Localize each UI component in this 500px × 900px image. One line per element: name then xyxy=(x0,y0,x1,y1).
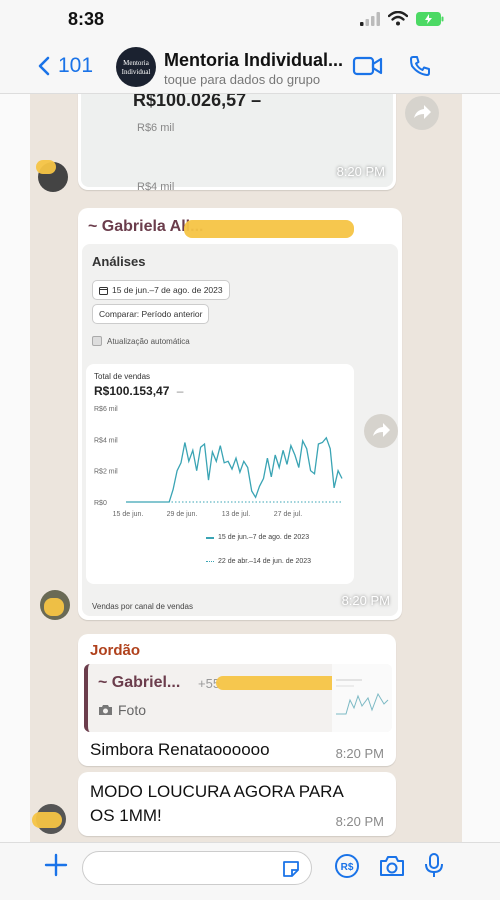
status-time: 8:38 xyxy=(68,9,105,29)
avatar-text-2: Individual xyxy=(121,68,151,76)
camera-icon[interactable] xyxy=(378,854,406,878)
y-tick-label: R$4 mil xyxy=(94,437,118,444)
message-time: 8:20 PM xyxy=(335,746,384,761)
redaction-mark xyxy=(36,160,56,174)
chat-area[interactable]: R$100.026,57 – R$6 mil R$4 mil 8:20 PM ~… xyxy=(30,94,462,842)
signal-icon xyxy=(360,11,380,26)
message-text-line-2: OS 1MM! xyxy=(90,806,162,825)
forward-button-2[interactable] xyxy=(364,414,398,448)
redaction-mark xyxy=(184,220,354,238)
redaction-mark xyxy=(44,598,64,616)
image-thumbnail[interactable]: R$100.026,57 – R$6 mil R$4 mil 8:20 PM xyxy=(81,94,393,193)
message-time: 8:20 PM xyxy=(341,593,390,608)
image-message-1[interactable]: R$100.026,57 – R$6 mil R$4 mil 8:20 PM xyxy=(78,94,396,193)
forward-button[interactable] xyxy=(405,96,439,130)
back-button[interactable]: 101 xyxy=(38,54,93,78)
legend-swatch-current xyxy=(206,536,214,539)
message-text: MODO LOUCURA AGORA PARA OS 1MM! xyxy=(90,780,344,828)
image-message-2[interactable]: ~ Gabriela All... Análises 15 de jun.–7 … xyxy=(78,208,402,620)
unread-count: 101 xyxy=(58,54,94,77)
avatar-text-1: Mentoria xyxy=(123,59,149,67)
redaction-mark xyxy=(32,812,62,828)
message-time: 8:20 PM xyxy=(336,164,385,179)
sales-card: Total de vendas R$100.153,47 – R$6 mil R$… xyxy=(86,364,354,584)
chat-header: 101 Mentoria Individual Mentoria Individ… xyxy=(0,40,500,94)
analytics-title: Análises xyxy=(92,254,146,269)
quoted-type-text: Foto xyxy=(118,702,147,718)
wifi-icon xyxy=(388,11,408,26)
x-tick-label: 27 de jul. xyxy=(274,511,302,518)
bottom-caption: Vendas por canal de vendas xyxy=(92,602,193,611)
group-title[interactable]: Mentoria Individual... xyxy=(164,50,343,71)
total-sales-dash: – xyxy=(176,384,184,398)
quoted-sender: ~ Gabriel... xyxy=(98,674,181,691)
date-range-text: 15 de jun.–7 de ago. de 2023 xyxy=(112,285,223,295)
payment-icon[interactable]: R$ xyxy=(334,853,360,879)
sticker-icon[interactable] xyxy=(281,859,301,879)
legend-previous: 22 de abr.–14 de jun. de 2023 xyxy=(206,558,311,565)
message-composer: R$ xyxy=(0,842,500,900)
series-current-line xyxy=(126,436,343,503)
quoted-thumbnail-chart xyxy=(336,679,389,715)
total-sales-value: R$100.153,47 – xyxy=(94,384,183,398)
video-call-icon[interactable] xyxy=(352,54,384,78)
amount-text: R$100.026,57 – xyxy=(133,94,262,110)
x-tick-label: 29 de jun. xyxy=(167,511,198,518)
status-icons xyxy=(360,11,444,26)
left-margin xyxy=(0,94,30,842)
y-tick-label: R$2 mil xyxy=(94,469,118,476)
legend-current-text: 15 de jun.–7 de ago. de 2023 xyxy=(218,534,310,541)
sender-name[interactable]: Jordão xyxy=(90,642,140,659)
chevron-left-icon xyxy=(38,56,50,76)
y-tick-label: R$0 xyxy=(94,500,107,507)
x-tick-label: 13 de jul. xyxy=(222,511,250,518)
total-sales-label: Total de vendas xyxy=(94,372,151,381)
axis-text: R$6 mil xyxy=(137,122,175,134)
battery-icon xyxy=(416,11,444,26)
auto-update-toggle[interactable]: Atualização automática xyxy=(92,336,190,346)
share-arrow-icon xyxy=(373,423,390,437)
date-range-button[interactable]: 15 de jun.–7 de ago. de 2023 xyxy=(92,280,230,300)
microphone-icon[interactable] xyxy=(424,852,444,880)
x-tick-label: 15 de jun. xyxy=(113,511,144,518)
message-input[interactable] xyxy=(82,851,312,885)
message-time: 8:20 PM xyxy=(335,814,384,829)
compare-button[interactable]: Comparar: Período anterior xyxy=(92,304,210,324)
legend-swatch-previous xyxy=(206,561,214,562)
message-text-line-1: MODO LOUCURA AGORA PARA xyxy=(90,782,344,801)
auto-update-label: Atualização automática xyxy=(107,336,190,346)
compare-text: Comparar: Período anterior xyxy=(99,309,203,319)
calendar-icon xyxy=(99,286,108,295)
group-avatar[interactable]: Mentoria Individual xyxy=(116,47,156,87)
legend-current: 15 de jun.–7 de ago. de 2023 xyxy=(206,534,309,541)
total-sales-amount: R$100.153,47 xyxy=(94,384,170,398)
group-subtitle[interactable]: toque para dados do grupo xyxy=(164,72,320,87)
share-arrow-icon xyxy=(414,105,431,119)
text-message-4[interactable]: MODO LOUCURA AGORA PARA OS 1MM! 8:20 PM xyxy=(78,772,396,836)
camera-icon xyxy=(99,705,112,715)
right-margin xyxy=(462,94,500,842)
sender-name-text: ~ Gabriela xyxy=(88,218,170,235)
quoted-thumbnail xyxy=(332,664,392,732)
auto-update-checkbox[interactable] xyxy=(92,336,102,346)
svg-text:R$: R$ xyxy=(341,862,354,873)
quoted-message[interactable]: ~ Gabriel... +55 Foto xyxy=(84,664,392,732)
quoted-type: Foto xyxy=(98,702,146,718)
plus-icon[interactable] xyxy=(44,853,68,877)
message-text: Simbora Renataoooooo xyxy=(90,740,270,759)
y-tick-label: R$6 mil xyxy=(94,406,118,413)
legend-previous-text: 22 de abr.–14 de jun. de 2023 xyxy=(218,558,312,565)
text-message-reply[interactable]: Jordão ~ Gabriel... +55 Foto Simbora Ren xyxy=(78,634,396,766)
analytics-screenshot[interactable]: Análises 15 de jun.–7 de ago. de 2023 Co… xyxy=(82,244,398,616)
phone-call-icon[interactable] xyxy=(408,54,432,78)
status-bar: 8:38 xyxy=(0,0,500,40)
axis-text-2: R$4 mil xyxy=(137,181,175,193)
